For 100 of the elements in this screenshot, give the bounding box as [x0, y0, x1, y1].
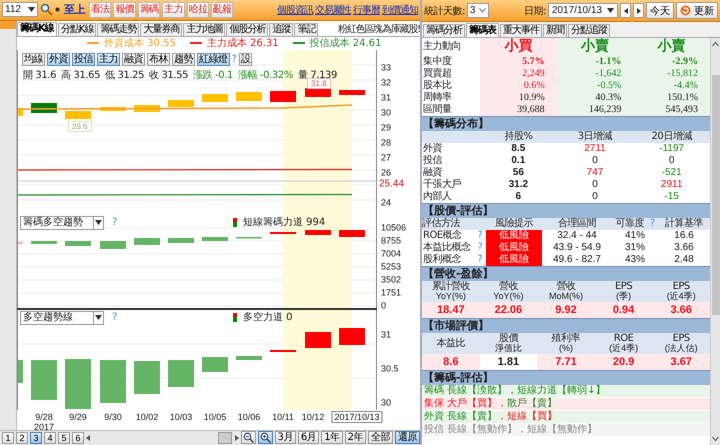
info-tab[interactable]: 分點追蹤 [568, 24, 610, 37]
stock-code-field[interactable]: 112 [2, 2, 38, 18]
table-cell: 小賣 [556, 38, 634, 55]
trend-bar [65, 240, 91, 246]
page-button[interactable]: 3 [30, 432, 42, 444]
axis-label: 27 [381, 153, 392, 162]
table-cell-text: 0 [591, 179, 599, 191]
axis-label: 30 [381, 108, 392, 118]
info-tab[interactable]: 新聞 [543, 24, 567, 37]
scroll-up-icon[interactable] [712, 41, 719, 47]
range-button[interactable]: 2年 [344, 431, 366, 444]
trend-bar [305, 230, 331, 235]
scroll-left-icon[interactable] [86, 434, 91, 441]
column-header: 合理區間 [542, 218, 612, 230]
info-tab[interactable]: 籌碼分析 [423, 24, 465, 37]
scroll-down-icon[interactable] [712, 436, 719, 442]
chevron-icon [478, 8, 486, 13]
date-label: 9/30 [104, 412, 122, 422]
risk-badge: 低風險 [486, 254, 542, 266]
signal-text: 外資 長線【賣】 [424, 411, 498, 423]
indicator-toggle[interactable]: 趨勢 [172, 52, 195, 66]
range-button[interactable]: 全部 [368, 431, 393, 444]
page-button[interactable]: 5 [58, 432, 70, 444]
table-cell-text: 49.6 - 82.7 [552, 254, 602, 266]
range-button[interactable]: 3月 [274, 431, 296, 444]
info-link[interactable]: 行事曆 [353, 2, 380, 17]
page-button[interactable]: 2 [16, 432, 28, 444]
indicator-toggle[interactable]: 投信 [72, 52, 95, 66]
info-tab[interactable]: 重大事件 [500, 24, 542, 37]
table-cell-text: -15 [663, 191, 680, 203]
column-header: 累計營收 YoY(%) [422, 281, 480, 302]
signal-text: ，短線【無動作】 [517, 424, 598, 436]
indicator-toggle[interactable]: 外資 [47, 52, 70, 66]
chart-tab[interactable]: 籌碼走勢 [97, 22, 140, 36]
legend-label: 投信成本 24.61 [310, 36, 382, 50]
info-link[interactable]: 交易屬性 [315, 2, 351, 17]
refresh-button[interactable]: 更新 [676, 2, 718, 19]
days-dropdown[interactable]: 3 [466, 3, 489, 18]
range-button[interactable]: 還原 [395, 431, 420, 444]
settings-button[interactable]: 設 [238, 52, 252, 66]
chart-tab[interactable]: 追蹤 [269, 22, 294, 36]
chart-tab[interactable]: 主力地圖 [183, 22, 226, 36]
function-button[interactable]: 看法 [89, 2, 112, 18]
metric-value: 18.47 [422, 302, 480, 318]
table-cell-text: 32.4 - 44 [556, 230, 598, 242]
table-cell-text: 43.9 - 54.9 [552, 242, 602, 254]
page-button[interactable]: 4 [44, 432, 56, 444]
info-tab[interactable]: 籌碼表 [466, 23, 499, 37]
stock-name: 至上 [64, 2, 85, 18]
function-button[interactable]: 籌碼 [138, 2, 160, 18]
candle [236, 92, 262, 101]
table-cell-text: 3.66 [673, 242, 695, 254]
page-button[interactable]: 1 [2, 432, 14, 444]
indicator-toggle[interactable]: 主力 [97, 52, 120, 66]
indicator-dropdown[interactable]: 籌碼多空趨勢 [20, 216, 104, 230]
info-link[interactable]: 到價通知 [382, 2, 418, 17]
quote-value: 高 31.65 [61, 68, 100, 82]
dot-icon[interactable] [55, 7, 60, 12]
axis-label: 3502 [381, 275, 402, 284]
chart-tab[interactable]: 筆記 [294, 22, 318, 36]
candle [18, 108, 23, 116]
table-cell-text: 31% [624, 242, 646, 254]
date-field[interactable]: 2017/10/13 [548, 3, 618, 18]
zoom-in-button[interactable] [258, 431, 272, 444]
indicator-toggle[interactable]: 均線 [22, 52, 45, 66]
indicator-dropdown[interactable]: 多空趨勢線 [20, 310, 104, 325]
function-button[interactable]: 亂報 [211, 2, 234, 18]
date-label: 10/06 [238, 412, 260, 422]
caret-icon [95, 315, 102, 320]
indicator-toggle[interactable]: 紅綠燈 [197, 52, 230, 66]
info-link[interactable]: 個股資訊 [277, 2, 313, 17]
column-header: EPS (近4季) [652, 281, 710, 302]
table-cell: 545,493 [633, 104, 710, 116]
indicator-toggle[interactable]: 布林 [147, 52, 170, 66]
column-header: EPS (季) [594, 281, 652, 302]
scroll-thumb[interactable] [218, 432, 232, 444]
previous-day-button[interactable] [620, 3, 631, 18]
function-button[interactable]: 主力 [162, 2, 185, 18]
chart-tab[interactable]: 籌碼K線 [17, 22, 57, 36]
function-button[interactable]: 哈拉 [186, 2, 210, 18]
table-cell: 40.3% [556, 92, 634, 104]
scroll-thumb[interactable] [712, 75, 720, 315]
range-button[interactable]: 1年 [321, 431, 343, 444]
scroll-right-icon[interactable] [234, 434, 238, 441]
page-button[interactable]: 6 [72, 432, 84, 444]
price-marker: 25.44 [379, 180, 404, 189]
axis-label: 30 [381, 398, 392, 408]
range-button[interactable]: 6月 [298, 431, 320, 444]
metric-value: 0.94 [594, 302, 652, 318]
zoom-out-button[interactable] [240, 431, 256, 444]
indicator-toggle[interactable]: 融資 [122, 52, 145, 66]
function-button[interactable]: 報價 [113, 2, 136, 18]
refresh-icon [680, 5, 691, 16]
search-icon[interactable] [40, 3, 53, 16]
column-header: 持股% [480, 131, 557, 143]
today-button[interactable]: 今天 [646, 2, 674, 19]
chart-tab[interactable]: 分點K線 [58, 22, 96, 36]
chart-tab[interactable]: 個股分析 [226, 22, 268, 36]
next-day-button[interactable] [633, 3, 644, 18]
chart-tab[interactable]: 大量券商 [140, 22, 182, 36]
